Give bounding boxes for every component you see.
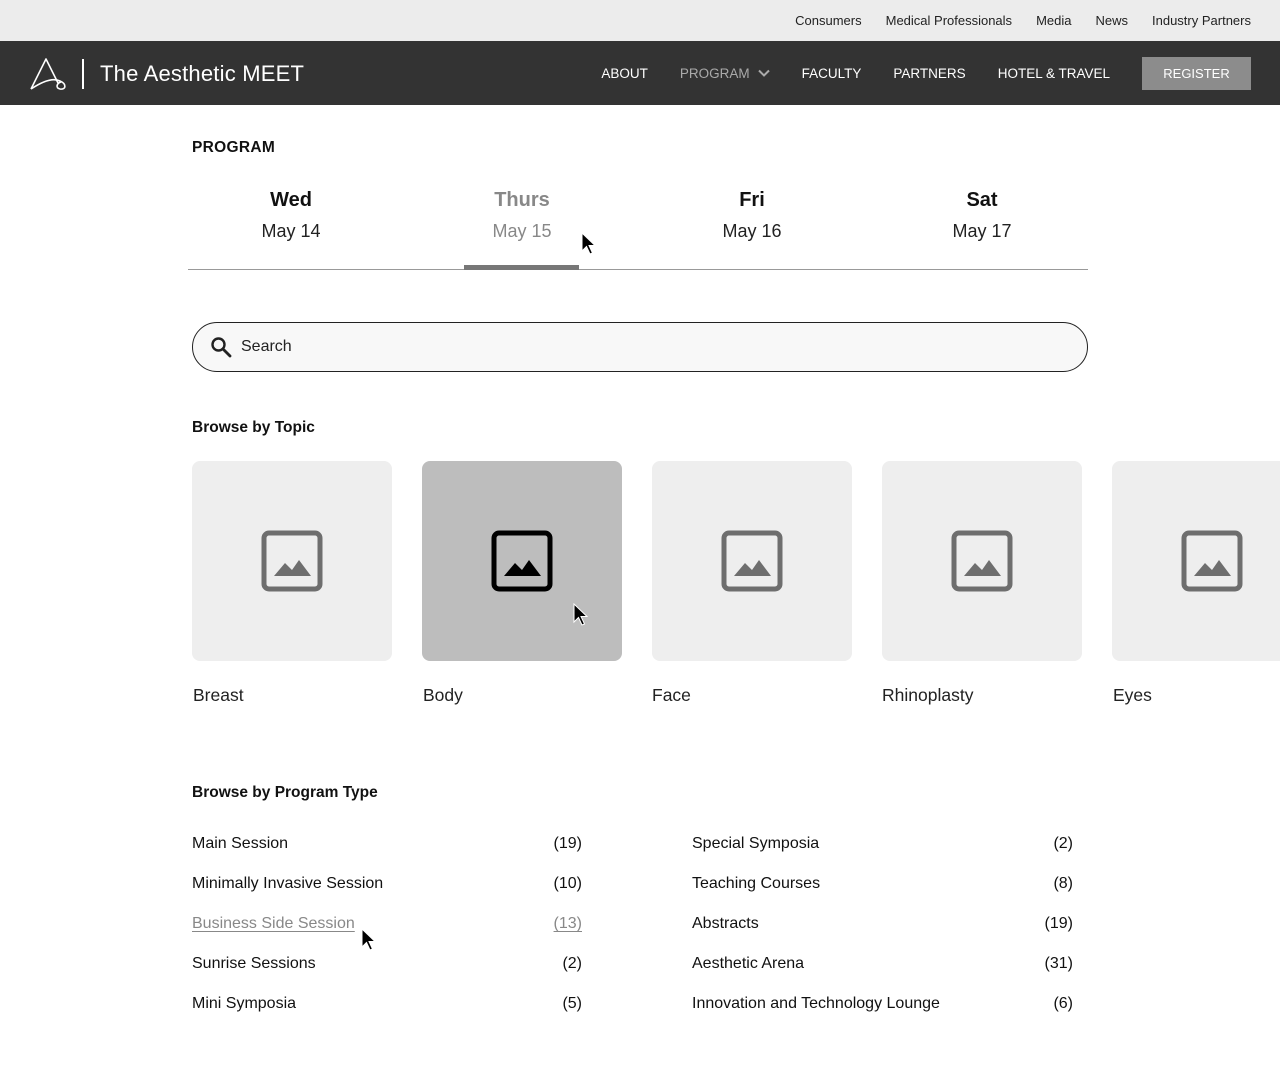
page-title: PROGRAM	[192, 139, 276, 156]
program-type-count: (6)	[1053, 995, 1073, 1012]
tab-dow: Thurs	[494, 189, 550, 211]
brand-home-link[interactable]: The Aesthetic MEET	[30, 57, 304, 91]
utility-links: Consumers Medical Professionals Media Ne…	[795, 0, 1251, 41]
utility-link-media[interactable]: Media	[1036, 13, 1071, 28]
topic-tile	[422, 461, 622, 661]
program-type-minimally-invasive-session[interactable]: Minimally Invasive Session (10)	[192, 872, 582, 896]
program-type-count: (31)	[1044, 955, 1073, 972]
program-type-abstracts[interactable]: Abstracts (19)	[692, 912, 1073, 936]
chevron-down-icon	[757, 69, 770, 77]
topic-tile	[882, 461, 1082, 661]
utility-link-news[interactable]: News	[1095, 13, 1128, 28]
program-type-count: (2)	[562, 955, 582, 972]
image-placeholder-icon	[721, 530, 783, 592]
nav-item-label: FACULTY	[801, 65, 862, 81]
program-type-aesthetic-arena[interactable]: Aesthetic Arena (31)	[692, 952, 1073, 976]
topic-card-breast[interactable]: Breast	[192, 461, 392, 706]
topic-label: Rhinoplasty	[882, 685, 974, 705]
program-type-business-side-session[interactable]: Business Side Session (13)	[192, 912, 582, 936]
search-box[interactable]	[192, 322, 1088, 372]
program-type-main-session[interactable]: Main Session (19)	[192, 832, 582, 856]
tab-thurs[interactable]: Thurs May 15	[422, 186, 622, 246]
program-type-label: Aesthetic Arena	[692, 955, 805, 972]
nav-item-label: ABOUT	[601, 65, 648, 81]
program-type-label: Business Side Session	[192, 915, 355, 932]
search-input[interactable]	[241, 338, 1061, 356]
program-type-label: Abstracts	[692, 915, 759, 932]
program-type-sunrise-sessions[interactable]: Sunrise Sessions (2)	[192, 952, 582, 976]
topic-label: Body	[423, 685, 463, 705]
active-tab-indicator	[464, 265, 579, 270]
utility-link-medical-professionals[interactable]: Medical Professionals	[886, 13, 1012, 28]
topic-tile	[192, 461, 392, 661]
tab-date: May 14	[261, 221, 321, 241]
register-button[interactable]: REGISTER	[1142, 56, 1251, 90]
program-type-count: (2)	[1053, 835, 1073, 852]
tab-dow: Wed	[270, 189, 312, 211]
topic-label: Face	[652, 685, 691, 705]
browse-by-topic-heading: Browse by Topic	[192, 419, 315, 436]
nav-item-faculty[interactable]: FACULTY	[802, 66, 862, 81]
program-type-label: Mini Symposia	[192, 995, 297, 1012]
utility-link-industry-partners[interactable]: Industry Partners	[1152, 13, 1251, 28]
program-type-count: (8)	[1053, 875, 1073, 892]
tab-sat[interactable]: Sat May 17	[882, 186, 1082, 246]
tab-dow: Sat	[966, 189, 998, 211]
topic-card-face[interactable]: Face	[652, 461, 852, 706]
image-placeholder-icon	[951, 530, 1013, 592]
tab-date: May 16	[722, 221, 782, 241]
main-nav: The Aesthetic MEET ABOUT PROGRAM FACULTY…	[0, 41, 1280, 105]
nav-item-label: HOTEL & TRAVEL	[997, 65, 1110, 81]
nav-item-about[interactable]: ABOUT	[601, 66, 648, 81]
tab-date: May 17	[952, 221, 1012, 241]
tab-date: May 15	[492, 221, 552, 241]
search-icon	[211, 337, 232, 358]
topic-label: Eyes	[1113, 685, 1152, 705]
topic-tile	[652, 461, 852, 661]
image-placeholder-icon	[261, 530, 323, 592]
utility-link-consumers[interactable]: Consumers	[795, 13, 861, 28]
topic-card-body[interactable]: Body	[422, 461, 622, 706]
topic-tile	[1112, 461, 1280, 661]
nav-item-label: PROGRAM	[679, 65, 750, 81]
program-type-label: Sunrise Sessions	[192, 955, 316, 972]
tab-dow: Fri	[739, 189, 765, 211]
nav-item-label: PARTNERS	[893, 65, 966, 81]
program-type-mini-symposia[interactable]: Mini Symposia (5)	[192, 992, 582, 1016]
day-tabs: Wed May 14 Thurs May 15 Fri May 16 Sat M…	[188, 186, 1088, 270]
utility-bar: Consumers Medical Professionals Media Ne…	[0, 0, 1280, 41]
browse-by-program-type-heading: Browse by Program Type	[192, 784, 378, 801]
program-type-teaching-courses[interactable]: Teaching Courses (8)	[692, 872, 1073, 896]
brand-divider	[82, 59, 84, 89]
program-type-label: Teaching Courses	[692, 875, 821, 892]
program-type-count: (10)	[553, 875, 582, 892]
program-type-innovation-technology-lounge[interactable]: Innovation and Technology Lounge (6)	[692, 992, 1073, 1016]
program-type-label: Innovation and Technology Lounge	[692, 995, 940, 1012]
topic-card-eyes[interactable]: Eyes	[1112, 461, 1280, 706]
tab-fri[interactable]: Fri May 16	[652, 186, 852, 246]
nav-item-hotel-travel[interactable]: HOTEL & TRAVEL	[998, 66, 1110, 81]
topic-card-rhinoplasty[interactable]: Rhinoplasty	[882, 461, 1082, 706]
program-type-label: Minimally Invasive Session	[192, 875, 384, 892]
program-type-count: (5)	[562, 995, 582, 1012]
nav-item-partners[interactable]: PARTNERS	[893, 66, 965, 81]
image-placeholder-icon	[491, 530, 553, 592]
program-type-label: Main Session	[192, 835, 289, 852]
brand-logo-icon	[30, 58, 66, 90]
program-type-label: Special Symposia	[692, 835, 820, 852]
primary-nav: ABOUT PROGRAM FACULTY PARTNERS HOTEL & T…	[601, 41, 1251, 105]
program-type-count: (19)	[553, 835, 582, 852]
program-type-count: (13)	[553, 915, 582, 932]
tab-wed[interactable]: Wed May 14	[191, 186, 391, 246]
brand-name: The Aesthetic MEET	[100, 61, 305, 86]
program-type-count: (19)	[1044, 915, 1073, 932]
program-type-special-symposia[interactable]: Special Symposia (2)	[692, 832, 1073, 856]
nav-item-program[interactable]: PROGRAM	[680, 66, 770, 81]
image-placeholder-icon	[1181, 530, 1243, 592]
topic-label: Breast	[193, 685, 244, 705]
